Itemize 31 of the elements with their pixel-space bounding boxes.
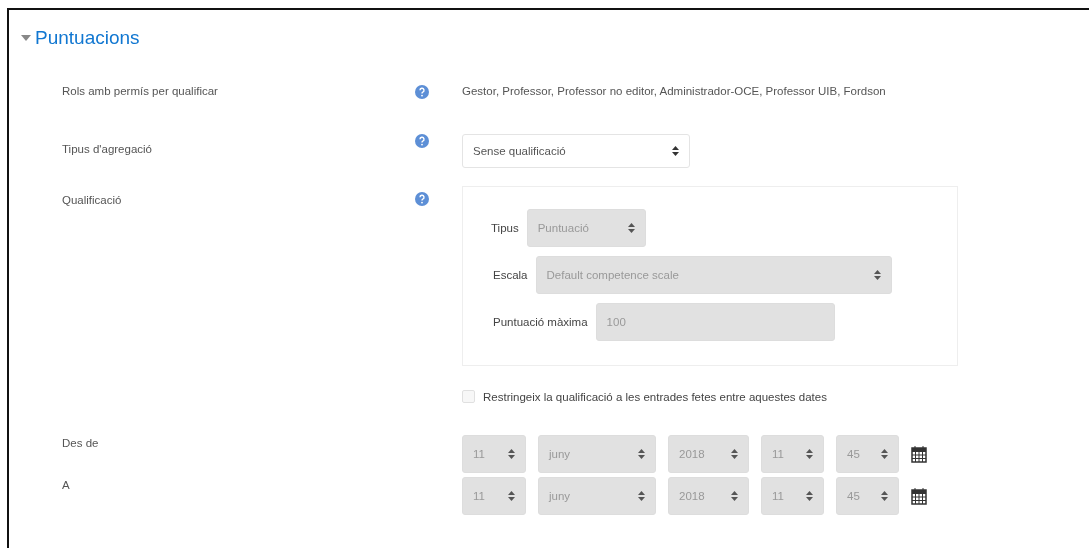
help-icon[interactable] bbox=[415, 85, 429, 99]
field-label: Tipus d'agregació bbox=[62, 143, 152, 155]
help-icon[interactable] bbox=[415, 192, 429, 206]
calendar-icon[interactable] bbox=[911, 487, 927, 505]
field-label: Tipus bbox=[491, 222, 519, 234]
sort-caret-icon bbox=[806, 491, 813, 501]
sort-caret-icon bbox=[873, 270, 881, 280]
field-label: Qualificació bbox=[62, 194, 122, 206]
field-label: Des de bbox=[62, 437, 99, 449]
sort-caret-icon bbox=[508, 491, 515, 501]
sort-caret-icon bbox=[638, 449, 645, 459]
calendar-icon[interactable] bbox=[911, 445, 927, 463]
field-label: Puntuació màxima bbox=[493, 316, 588, 328]
sort-caret-icon bbox=[881, 449, 888, 459]
field-label: Rols amb permís per qualificar bbox=[62, 85, 218, 97]
sort-caret-icon bbox=[731, 449, 738, 459]
field-label: A bbox=[62, 479, 70, 491]
section-title[interactable]: Puntuacions bbox=[35, 27, 140, 49]
help-icon[interactable] bbox=[415, 134, 429, 148]
sort-caret-icon bbox=[627, 223, 635, 233]
sort-caret-icon bbox=[508, 449, 515, 459]
sort-caret-icon bbox=[672, 146, 679, 156]
collapse-caret-icon[interactable] bbox=[21, 35, 31, 41]
dropdown-select[interactable]: Sense qualificació bbox=[462, 134, 690, 168]
sort-caret-icon bbox=[806, 449, 813, 459]
field-label: Escala bbox=[493, 269, 528, 281]
sort-caret-icon bbox=[638, 491, 645, 501]
sort-caret-icon bbox=[731, 491, 738, 501]
sort-caret-icon bbox=[881, 491, 888, 501]
roles-text: Gestor, Professor, Professor no editor, Administrador-OCE, Professor UIB, Fordson bbox=[462, 85, 886, 97]
checkbox-label: Restringeix la qualificació a les entrades fetes entre aquestes dates bbox=[483, 390, 827, 403]
